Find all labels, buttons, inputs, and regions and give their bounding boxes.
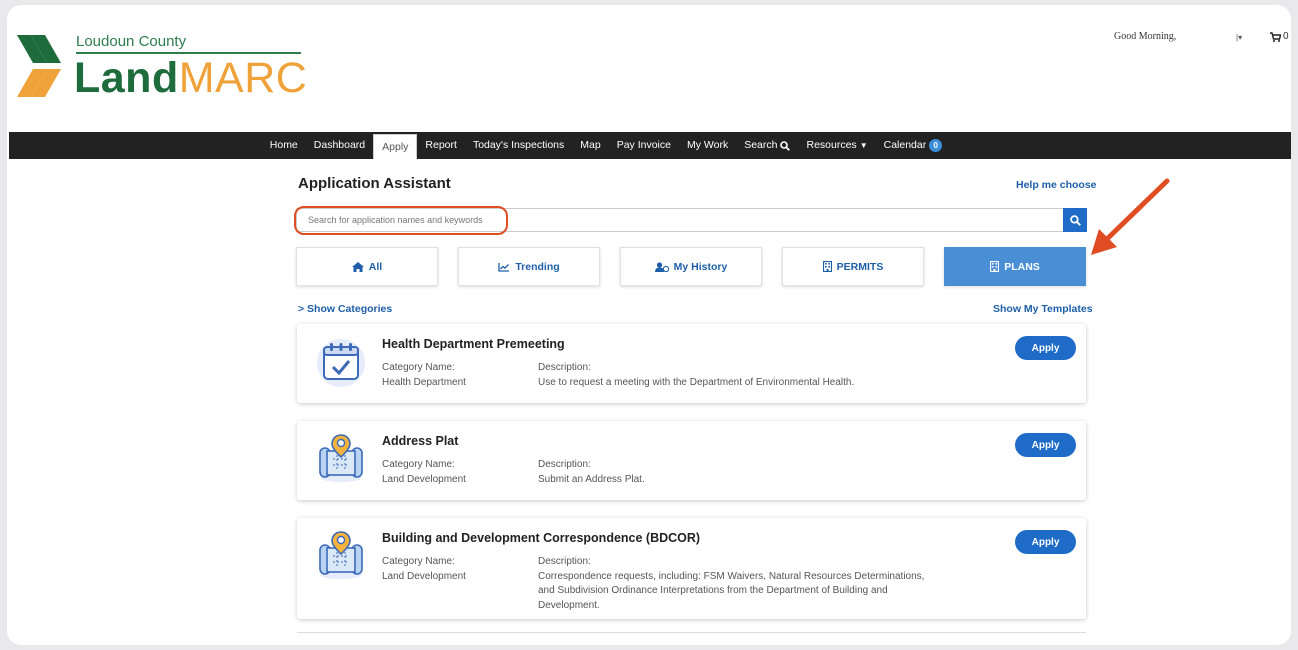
divider (297, 632, 1086, 633)
filter-trending[interactable]: Trending (458, 247, 600, 286)
nav-search-label: Search (744, 139, 778, 151)
search-bar (296, 208, 1087, 232)
nav-home[interactable]: Home (262, 132, 306, 159)
description-value: Submit an Address Plat. (538, 473, 645, 485)
card-description: Description: Correspondence requests, in… (538, 555, 938, 613)
logo-wordmark: LandMARC (74, 53, 307, 103)
calendar-badge: 0 (929, 139, 943, 152)
category-label: Category Name: (382, 556, 455, 567)
annotation-arrow-icon (1091, 178, 1170, 255)
cart-count: 0 (1283, 31, 1289, 42)
category-value: Land Development (382, 570, 466, 582)
search-button[interactable] (1063, 208, 1087, 232)
nav-pay-invoice-label: Pay Invoice (616, 139, 671, 151)
search-icon (1069, 214, 1081, 226)
nav-map-label: Map (580, 139, 601, 151)
filter-my-history[interactable]: My History (620, 247, 762, 286)
apply-button[interactable]: Apply (1015, 530, 1076, 554)
user-menu-caret[interactable]: |▾ (1236, 33, 1242, 42)
nav-apply-label: Apply (382, 140, 409, 153)
card-title: Building and Development Correspondence … (382, 531, 701, 545)
application-card: Address Plat Category Name: Land Develop… (297, 421, 1086, 500)
card-description: Description: Submit an Address Plat. (538, 458, 948, 487)
cart-button[interactable]: 0 (1270, 31, 1289, 42)
nav-dashboard[interactable]: Dashboard (306, 132, 373, 159)
landmarc-logo[interactable]: Loudoun County LandMARC (17, 29, 317, 109)
application-card: Health Department Premeeting Category Na… (297, 324, 1086, 403)
nav-calendar[interactable]: Calendar 0 (876, 132, 951, 159)
description-value: Correspondence requests, including: FSM … (538, 570, 925, 611)
description-label: Description: (538, 556, 591, 567)
card-description: Description: Use to request a meeting wi… (538, 361, 948, 390)
filter-plans[interactable]: PLANS (944, 247, 1086, 286)
map-pin-icon (319, 434, 363, 482)
user-history-icon (654, 261, 669, 272)
card-title: Health Department Premeeting (382, 337, 565, 351)
main-navbar: Home Dashboard Apply Report Today's Insp… (9, 132, 1291, 159)
filter-permits[interactable]: PERMITS (782, 247, 924, 286)
nav-my-work-label: My Work (686, 139, 729, 151)
application-card: Building and Development Correspondence … (297, 518, 1086, 619)
nav-todays-inspections[interactable]: Today's Inspections (465, 132, 572, 159)
browser-frame: Loudoun County LandMARC Good Morning, |▾… (7, 5, 1291, 645)
nav-apply[interactable]: Apply (373, 134, 418, 159)
search-icon (780, 140, 791, 151)
apply-button[interactable]: Apply (1015, 336, 1076, 360)
nav-resources[interactable]: Resources ▼ (798, 132, 875, 159)
map-pin-icon (319, 531, 363, 579)
category-value: Health Department (382, 376, 466, 388)
nav-dashboard-label: Dashboard (313, 139, 366, 151)
apply-button[interactable]: Apply (1015, 433, 1076, 457)
description-label: Description: (538, 362, 591, 373)
building-icon (990, 261, 1000, 272)
nav-map[interactable]: Map (572, 132, 608, 159)
card-category: Category Name: Health Department (382, 361, 466, 390)
nav-report-label: Report (425, 139, 457, 151)
filter-my-history-label: My History (673, 260, 728, 273)
card-title: Address Plat (382, 434, 459, 448)
cart-icon (1270, 31, 1281, 42)
logo-county-text: Loudoun County (76, 33, 187, 50)
category-value: Land Development (382, 473, 466, 485)
card-category: Category Name: Land Development (382, 458, 466, 487)
home-icon (351, 261, 364, 272)
logo-land-text: Land (74, 54, 179, 102)
category-label: Category Name: (382, 362, 455, 373)
nav-resources-label: Resources (806, 139, 857, 151)
search-input[interactable] (296, 208, 1063, 232)
filter-trending-label: Trending (515, 260, 560, 273)
greeting-text: Good Morning, (1114, 31, 1177, 42)
nav-my-work[interactable]: My Work (679, 132, 736, 159)
filter-plans-label: PLANS (1004, 260, 1040, 273)
logo-chevrons-icon (17, 35, 61, 97)
logo-marc-text: MARC (178, 54, 308, 102)
nav-report[interactable]: Report (417, 132, 465, 159)
description-label: Description: (538, 459, 591, 470)
trending-icon (498, 262, 510, 272)
help-me-choose-link[interactable]: Help me choose (1016, 179, 1097, 191)
filter-all-label: All (368, 260, 383, 273)
description-value: Use to request a meeting with the Depart… (538, 376, 855, 388)
category-label: Category Name: (382, 459, 455, 470)
show-my-templates-link[interactable]: Show My Templates (993, 303, 1093, 315)
chevron-down-icon: ▼ (859, 141, 868, 150)
show-categories-link[interactable]: > Show Categories (298, 303, 392, 315)
nav-home-label: Home (269, 139, 298, 151)
nav-search[interactable]: Search (736, 132, 798, 159)
filter-permits-label: PERMITS (836, 260, 884, 273)
nav-todays-inspections-label: Today's Inspections (472, 139, 565, 151)
filter-all[interactable]: All (296, 247, 438, 286)
page-title: Application Assistant (298, 175, 451, 192)
building-icon (822, 261, 832, 272)
calendar-check-icon (317, 339, 365, 387)
filter-tabs: All Trending My History PERMITS PLANS (296, 247, 1087, 286)
nav-calendar-label: Calendar (883, 139, 927, 151)
card-category: Category Name: Land Development (382, 555, 466, 584)
nav-pay-invoice[interactable]: Pay Invoice (609, 132, 679, 159)
